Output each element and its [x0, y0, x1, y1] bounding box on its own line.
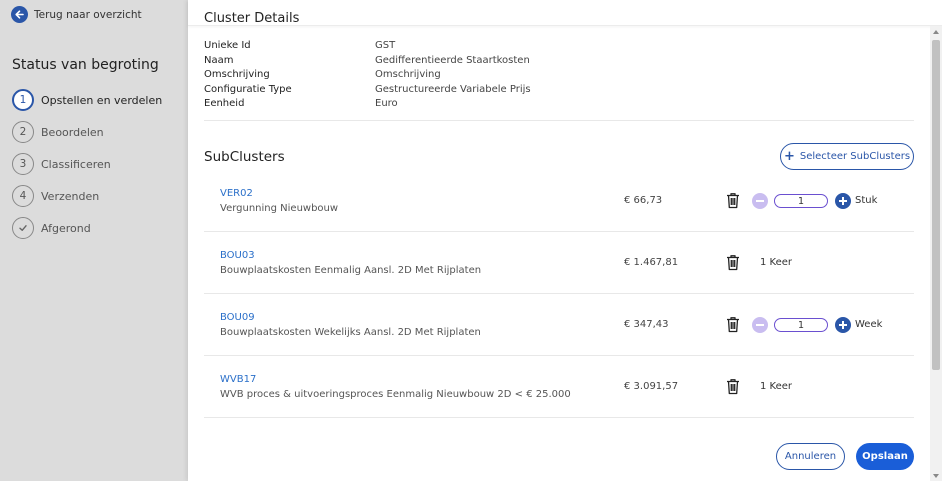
subcluster-row: WVB17 WVB proces & uitvoeringsproces Een… [204, 356, 914, 418]
subcluster-price: € 347,43 [624, 319, 669, 330]
divider [204, 120, 914, 121]
step-number: 2 [12, 121, 34, 143]
step-3: 3 Classificeren [12, 148, 162, 180]
detail-label: Eenheid [204, 98, 245, 109]
scrollbar-thumb[interactable] [932, 40, 940, 370]
step-label: Classificeren [41, 157, 111, 171]
panel-title: Cluster Details [204, 11, 300, 26]
step-number: 3 [12, 153, 34, 175]
minus-icon [756, 200, 764, 202]
step-2: 2 Beoordelen [12, 116, 162, 148]
sidebar: Terug naar overzicht Status van begrotin… [0, 0, 188, 481]
subclusters-title: SubClusters [204, 149, 285, 165]
detail-row: Configuratie Type Gestructureerde Variab… [204, 84, 531, 99]
quantity-input[interactable]: 1 [774, 194, 828, 208]
quantity-unit: 1 Keer [760, 257, 793, 268]
trash-icon[interactable] [726, 254, 740, 271]
detail-row: Naam Gedifferentieerde Staartkosten [204, 55, 531, 70]
detail-label: Omschrijving [204, 69, 270, 80]
subcluster-price: € 3.091,57 [624, 381, 679, 392]
detail-value: Euro [375, 98, 398, 109]
quantity-input[interactable]: 1 [774, 318, 828, 332]
scrollbar[interactable] [930, 26, 942, 481]
subcluster-description: Vergunning Nieuwbouw [220, 203, 339, 214]
step-label: Opstellen en verdelen [41, 93, 163, 107]
save-button[interactable]: Opslaan [856, 443, 914, 470]
detail-label: Configuratie Type [204, 83, 292, 95]
cancel-button[interactable]: Annuleren [776, 443, 845, 470]
subcluster-description: Bouwplaatskosten Eenmalig Aansl. 2D Met … [220, 265, 482, 276]
increase-quantity-button[interactable] [835, 317, 851, 333]
details-list: Unieke Id GST Naam Gedifferentieerde Sta… [204, 40, 531, 113]
subcluster-code-link[interactable]: BOU03 [220, 250, 255, 261]
subcluster-row: VER02 Vergunning Nieuwbouw € 66,73 1 Stu… [204, 170, 914, 232]
subcluster-price: € 66,73 [624, 195, 663, 206]
subcluster-code-link[interactable]: WVB17 [220, 374, 256, 385]
detail-row: Eenheid Euro [204, 98, 531, 113]
step-5: Afgerond [12, 212, 162, 244]
decrease-quantity-button[interactable] [752, 193, 768, 209]
subclusters-list: VER02 Vergunning Nieuwbouw € 66,73 1 Stu… [204, 170, 914, 418]
subcluster-row: BOU09 Bouwplaatskosten Wekelijks Aansl. … [204, 294, 914, 356]
detail-row: Omschrijving Omschrijving [204, 69, 531, 84]
detail-label: Unieke Id [204, 40, 251, 51]
select-subclusters-button[interactable]: + Selecteer SubClusters [780, 143, 914, 170]
plus-icon: + [783, 149, 795, 164]
quantity-unit: Stuk [855, 195, 878, 206]
subcluster-code-link[interactable]: VER02 [220, 188, 253, 199]
stepper: 1 Opstellen en verdelen 2 Beoordelen 3 C… [12, 84, 162, 244]
detail-value: Gestructureerde Variabele Prijs [375, 83, 531, 95]
check-icon [12, 217, 34, 239]
trash-icon[interactable] [726, 192, 740, 209]
decrease-quantity-button[interactable] [752, 317, 768, 333]
step-number: 4 [12, 185, 34, 207]
subcluster-row: BOU03 Bouwplaatskosten Eenmalig Aansl. 2… [204, 232, 914, 294]
step-label: Verzenden [41, 189, 100, 203]
scroll-up-icon[interactable] [933, 30, 939, 34]
minus-icon [756, 324, 764, 326]
trash-icon[interactable] [726, 378, 740, 395]
quantity-unit: Week [855, 319, 883, 330]
detail-value: Gedifferentieerde Staartkosten [375, 54, 530, 66]
subcluster-code-link[interactable]: BOU09 [220, 312, 255, 323]
detail-value: GST [375, 40, 396, 51]
step-4: 4 Verzenden [12, 180, 162, 212]
subcluster-description: Bouwplaatskosten Wekelijks Aansl. 2D Met… [220, 327, 481, 338]
panel-header: Cluster Details [188, 0, 942, 26]
scroll-down-icon[interactable] [933, 474, 939, 478]
quantity-unit: 1 Keer [760, 381, 793, 392]
subcluster-price: € 1.467,81 [624, 257, 679, 268]
step-number: 1 [12, 89, 34, 111]
back-link[interactable]: Terug naar overzicht [11, 6, 142, 23]
step-label: Beoordelen [41, 125, 104, 139]
increase-quantity-button[interactable] [835, 193, 851, 209]
detail-label: Naam [204, 54, 234, 66]
arrow-left-icon [11, 6, 28, 23]
step-1: 1 Opstellen en verdelen [12, 84, 162, 116]
status-title: Status van begroting [12, 57, 159, 73]
step-label: Afgerond [41, 221, 91, 235]
cluster-details-panel: Cluster Details Unieke Id GST Naam Gedif… [188, 0, 942, 481]
select-subclusters-label: Selecteer SubClusters [799, 151, 911, 162]
subcluster-description: WVB proces & uitvoeringsproces Eenmalig … [220, 389, 571, 400]
detail-value: Omschrijving [375, 69, 441, 80]
trash-icon[interactable] [726, 316, 740, 333]
back-link-label: Terug naar overzicht [34, 8, 142, 21]
detail-row: Unieke Id GST [204, 40, 531, 55]
